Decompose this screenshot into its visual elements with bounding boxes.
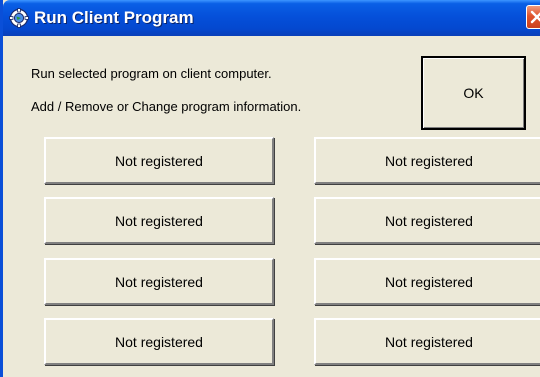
title-bar[interactable]: Run Client Program	[3, 0, 540, 36]
run-client-program-window: Run Client Program Run selected program …	[0, 0, 540, 377]
window-title: Run Client Program	[34, 8, 194, 27]
description-line-run: Run selected program on client computer.	[31, 66, 272, 81]
gear-globe-icon	[9, 8, 29, 28]
program-button-6[interactable]: Not registered	[314, 258, 540, 305]
program-button-5[interactable]: Not registered	[44, 258, 274, 305]
close-icon	[530, 10, 540, 24]
program-button-4[interactable]: Not registered	[314, 197, 540, 244]
close-button[interactable]	[526, 5, 540, 29]
description-line-manage: Add / Remove or Change program informati…	[31, 99, 302, 114]
program-button-3[interactable]: Not registered	[44, 197, 274, 244]
program-button-7[interactable]: Not registered	[44, 318, 274, 365]
ok-button[interactable]: OK	[421, 56, 526, 130]
program-button-2[interactable]: Not registered	[314, 137, 540, 184]
program-button-1[interactable]: Not registered	[44, 137, 274, 184]
program-button-8[interactable]: Not registered	[314, 318, 540, 365]
